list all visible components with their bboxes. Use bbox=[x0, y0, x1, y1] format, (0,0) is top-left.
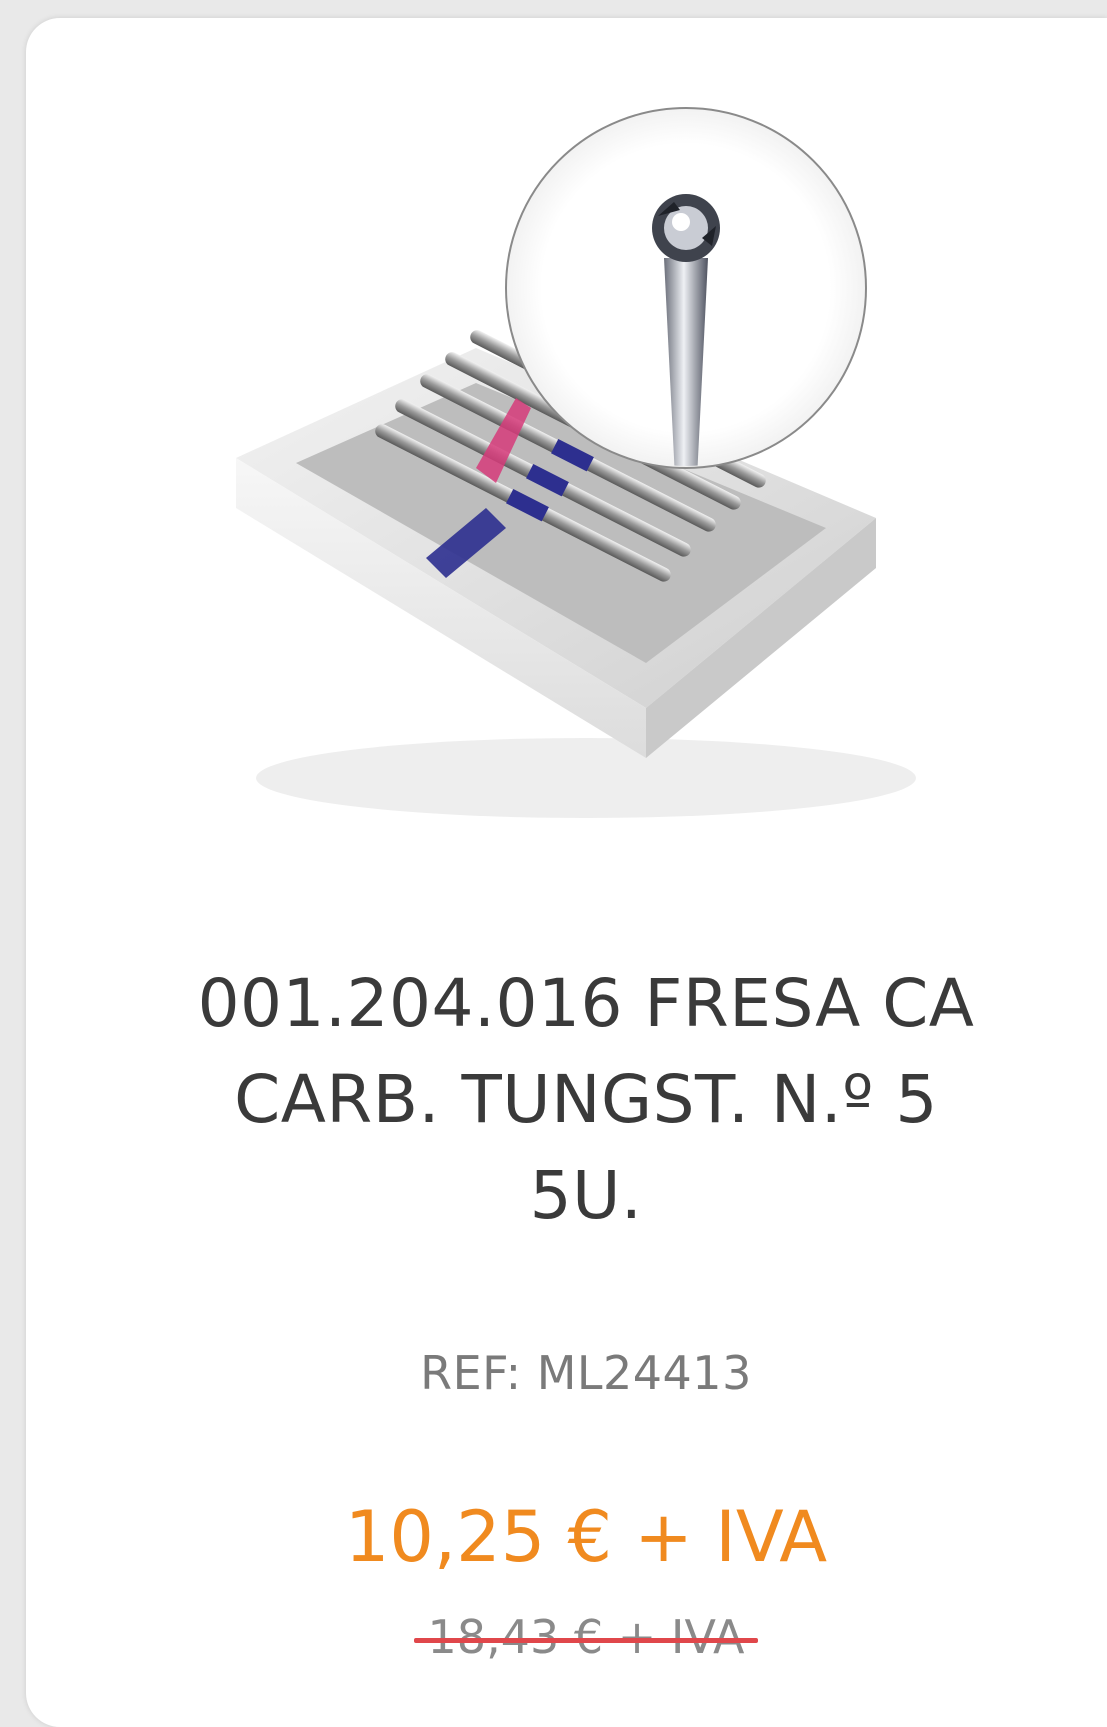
product-reference: REF: ML24413 bbox=[420, 1346, 752, 1400]
product-image[interactable] bbox=[176, 98, 976, 858]
product-title[interactable]: 001.204.016 FRESA CA CARB. TUNGST. N.º 5… bbox=[66, 956, 1106, 1244]
old-price-text: 18,43 € + IVA bbox=[427, 1610, 745, 1664]
strikethrough-line bbox=[413, 1638, 759, 1643]
product-card[interactable]: 001.204.016 FRESA CA CARB. TUNGST. N.º 5… bbox=[26, 18, 1107, 1727]
current-price: 10,25 € + IVA bbox=[344, 1496, 828, 1578]
old-price-wrapper: 18,43 € + IVA bbox=[413, 1610, 759, 1664]
old-price: 18,43 € + IVA bbox=[66, 1610, 1106, 1664]
